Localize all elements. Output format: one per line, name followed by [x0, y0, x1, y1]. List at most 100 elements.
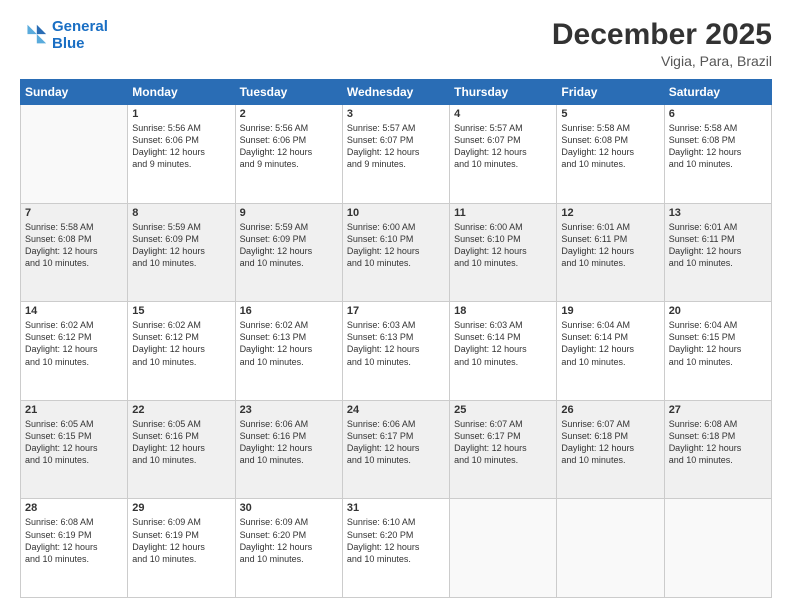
day-number: 4	[454, 108, 552, 120]
day-number: 10	[347, 207, 445, 219]
day-number: 24	[347, 404, 445, 416]
day-info: Sunrise: 6:05 AM Sunset: 6:16 PM Dayligh…	[132, 418, 230, 467]
day-info: Sunrise: 6:00 AM Sunset: 6:10 PM Dayligh…	[454, 221, 552, 270]
day-info: Sunrise: 6:07 AM Sunset: 6:18 PM Dayligh…	[561, 418, 659, 467]
calendar-cell: 2 Sunrise: 5:56 AM Sunset: 6:06 PM Daylig…	[235, 105, 342, 204]
calendar-cell: 12 Sunrise: 6:01 AM Sunset: 6:11 PM Dayli…	[557, 203, 664, 302]
day-number: 6	[669, 108, 767, 120]
calendar-header-saturday: Saturday	[664, 80, 771, 105]
day-info: Sunrise: 6:04 AM Sunset: 6:14 PM Dayligh…	[561, 319, 659, 368]
calendar-cell: 1Sunrise: 5:56 AM Sunset: 6:06 PM Daylig…	[128, 105, 235, 204]
day-number: 18	[454, 305, 552, 317]
day-info: Sunrise: 6:05 AM Sunset: 6:15 PM Dayligh…	[25, 418, 123, 467]
day-info: Sunrise: 6:03 AM Sunset: 6:13 PM Dayligh…	[347, 319, 445, 368]
day-info: Sunrise: 6:01 AM Sunset: 6:11 PM Dayligh…	[561, 221, 659, 270]
calendar-table: SundayMondayTuesdayWednesdayThursdayFrid…	[20, 79, 772, 598]
day-info: Sunrise: 5:57 AM Sunset: 6:07 PM Dayligh…	[347, 122, 445, 171]
calendar-cell	[557, 499, 664, 598]
day-number: 8	[132, 207, 230, 219]
calendar-cell: 25 Sunrise: 6:07 AM Sunset: 6:17 PM Dayli…	[450, 400, 557, 499]
calendar-cell: 9Sunrise: 5:59 AM Sunset: 6:09 PM Daylig…	[235, 203, 342, 302]
day-number: 1	[132, 108, 230, 120]
day-info: Sunrise: 6:07 AM Sunset: 6:17 PM Dayligh…	[454, 418, 552, 467]
day-info: Sunrise: 5:57 AM Sunset: 6:07 PM Dayligh…	[454, 122, 552, 171]
day-info: Sunrise: 6:04 AM Sunset: 6:15 PM Dayligh…	[669, 319, 767, 368]
calendar-cell: 6 Sunrise: 5:58 AM Sunset: 6:08 PM Daylig…	[664, 105, 771, 204]
calendar-header-row: SundayMondayTuesdayWednesdayThursdayFrid…	[21, 80, 772, 105]
calendar-cell	[21, 105, 128, 204]
location: Vigia, Para, Brazil	[552, 53, 772, 69]
day-info: Sunrise: 6:09 AM Sunset: 6:19 PM Dayligh…	[132, 516, 230, 565]
calendar-cell: 14Sunrise: 6:02 AM Sunset: 6:12 PM Dayli…	[21, 302, 128, 401]
calendar-cell: 8 Sunrise: 5:59 AM Sunset: 6:09 PM Daylig…	[128, 203, 235, 302]
calendar-week-row: 28 Sunrise: 6:08 AM Sunset: 6:19 PM Dayli…	[21, 499, 772, 598]
calendar-header-friday: Friday	[557, 80, 664, 105]
calendar-header-sunday: Sunday	[21, 80, 128, 105]
calendar-header-wednesday: Wednesday	[342, 80, 449, 105]
day-number: 5	[561, 108, 659, 120]
day-info: Sunrise: 5:58 AM Sunset: 6:08 PM Dayligh…	[669, 122, 767, 171]
day-info: Sunrise: 6:00 AM Sunset: 6:10 PM Dayligh…	[347, 221, 445, 270]
calendar-cell: 10 Sunrise: 6:00 AM Sunset: 6:10 PM Dayli…	[342, 203, 449, 302]
day-number: 2	[240, 108, 338, 120]
day-number: 31	[347, 502, 445, 514]
calendar-cell: 31Sunrise: 6:10 AM Sunset: 6:20 PM Dayli…	[342, 499, 449, 598]
day-info: Sunrise: 6:02 AM Sunset: 6:12 PM Dayligh…	[132, 319, 230, 368]
day-number: 23	[240, 404, 338, 416]
calendar-cell: 7Sunrise: 5:58 AM Sunset: 6:08 PM Daylig…	[21, 203, 128, 302]
day-number: 3	[347, 108, 445, 120]
day-number: 22	[132, 404, 230, 416]
calendar-week-row: 1 Sunrise: 5:56 AM Sunset: 6:06 PM Daylig…	[21, 105, 772, 204]
day-number: 25	[454, 404, 552, 416]
calendar-cell: 16 Sunrise: 6:02 AM Sunset: 6:13 PM Dayli…	[235, 302, 342, 401]
day-number: 14	[25, 305, 123, 317]
calendar-cell: 15 Sunrise: 6:02 AM Sunset: 6:12 PM Dayli…	[128, 302, 235, 401]
calendar-cell: 30Sunrise: 6:09 AM Sunset: 6:20 PM Dayli…	[235, 499, 342, 598]
day-info: Sunrise: 6:06 AM Sunset: 6:16 PM Dayligh…	[240, 418, 338, 467]
calendar-cell: 13Sunrise: 6:01 AM Sunset: 6:11 PM Dayli…	[664, 203, 771, 302]
day-number: 16	[240, 305, 338, 317]
header: General Blue December 2025 Vigia, Para, …	[20, 18, 772, 69]
calendar-cell: 3 Sunrise: 5:57 AM Sunset: 6:07 PM Daylig…	[342, 105, 449, 204]
calendar-cell: 19Sunrise: 6:04 AM Sunset: 6:14 PM Dayli…	[557, 302, 664, 401]
day-number: 15	[132, 305, 230, 317]
day-info: Sunrise: 6:06 AM Sunset: 6:17 PM Dayligh…	[347, 418, 445, 467]
day-number: 17	[347, 305, 445, 317]
day-info: Sunrise: 5:58 AM Sunset: 6:08 PM Dayligh…	[561, 122, 659, 171]
day-number: 30	[240, 502, 338, 514]
logo-line1: General	[52, 18, 108, 35]
calendar-cell: 21Sunrise: 6:05 AM Sunset: 6:15 PM Dayli…	[21, 400, 128, 499]
calendar-cell: 26 Sunrise: 6:07 AM Sunset: 6:18 PM Dayli…	[557, 400, 664, 499]
day-info: Sunrise: 5:59 AM Sunset: 6:09 PM Dayligh…	[132, 221, 230, 270]
day-number: 28	[25, 502, 123, 514]
calendar-cell: 18 Sunrise: 6:03 AM Sunset: 6:14 PM Dayli…	[450, 302, 557, 401]
day-info: Sunrise: 6:08 AM Sunset: 6:18 PM Dayligh…	[669, 418, 767, 467]
calendar-week-row: 21Sunrise: 6:05 AM Sunset: 6:15 PM Dayli…	[21, 400, 772, 499]
calendar-cell: 22 Sunrise: 6:05 AM Sunset: 6:16 PM Dayli…	[128, 400, 235, 499]
calendar-header-monday: Monday	[128, 80, 235, 105]
day-number: 29	[132, 502, 230, 514]
month-title: December 2025	[552, 18, 772, 51]
day-info: Sunrise: 6:03 AM Sunset: 6:14 PM Dayligh…	[454, 319, 552, 368]
day-number: 11	[454, 207, 552, 219]
day-number: 12	[561, 207, 659, 219]
day-number: 20	[669, 305, 767, 317]
day-info: Sunrise: 6:01 AM Sunset: 6:11 PM Dayligh…	[669, 221, 767, 270]
calendar-cell	[450, 499, 557, 598]
day-info: Sunrise: 6:02 AM Sunset: 6:13 PM Dayligh…	[240, 319, 338, 368]
calendar-cell: 17 Sunrise: 6:03 AM Sunset: 6:13 PM Dayli…	[342, 302, 449, 401]
day-info: Sunrise: 5:56 AM Sunset: 6:06 PM Dayligh…	[240, 122, 338, 171]
calendar-cell: 28 Sunrise: 6:08 AM Sunset: 6:19 PM Dayli…	[21, 499, 128, 598]
day-info: Sunrise: 5:59 AM Sunset: 6:09 PM Dayligh…	[240, 221, 338, 270]
calendar-cell	[664, 499, 771, 598]
day-info: Sunrise: 5:58 AM Sunset: 6:08 PM Dayligh…	[25, 221, 123, 270]
calendar-week-row: 14 Sunrise: 6:02 AM Sunset: 6:12 PM Dayli…	[21, 302, 772, 401]
day-info: Sunrise: 6:08 AM Sunset: 6:19 PM Dayligh…	[25, 516, 123, 565]
calendar-cell: 5 Sunrise: 5:58 AM Sunset: 6:08 PM Daylig…	[557, 105, 664, 204]
title-block: December 2025 Vigia, Para, Brazil	[552, 18, 772, 69]
page: General Blue December 2025 Vigia, Para, …	[0, 0, 792, 612]
calendar-header-thursday: Thursday	[450, 80, 557, 105]
logo-icon	[20, 21, 48, 49]
day-number: 26	[561, 404, 659, 416]
logo-text: General Blue	[52, 18, 108, 53]
